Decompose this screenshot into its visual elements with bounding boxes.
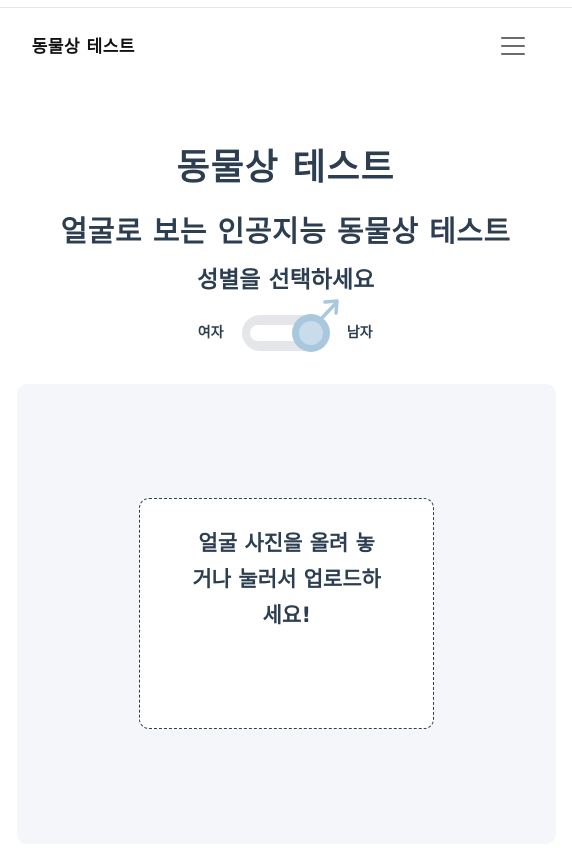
navbar-brand[interactable]: 동물상 테스트 (32, 32, 135, 57)
gender-label-female: 여자 (198, 325, 224, 341)
page-title: 동물상 테스트 (176, 147, 396, 188)
hamburger-menu-button[interactable] (496, 32, 530, 62)
gender-label-male: 남자 (347, 325, 373, 341)
gender-prompt: 성별을 선택하세요 (197, 267, 375, 293)
male-symbol-icon (319, 299, 339, 321)
dropzone-prompt: 얼굴 사진을 올려 놓거나 눌러서 업로드하세요! (192, 531, 382, 627)
navbar: 동물상 테스트 (0, 8, 572, 80)
page-subtitle: 얼굴로 보는 인공지능 동물상 테스트 (60, 214, 512, 248)
image-dropzone[interactable]: 얼굴 사진을 올려 놓거나 눌러서 업로드하세요! (139, 498, 434, 729)
